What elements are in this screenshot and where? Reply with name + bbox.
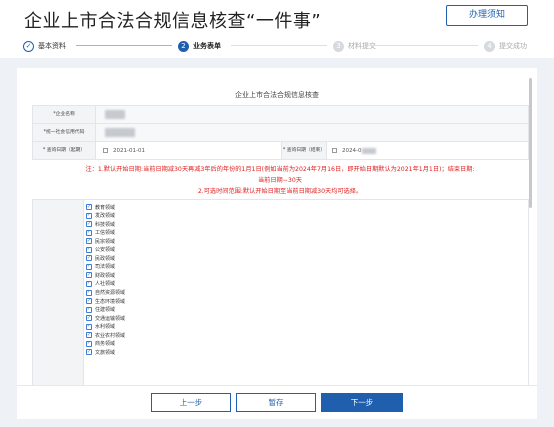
- checkbox-checked-icon[interactable]: ✓: [86, 238, 92, 245]
- domain-label: 司法领域: [95, 264, 116, 271]
- query-date-row: * 查询日期（起期） 2021-01-01 * 查询日期（结束） 2024-0: [32, 141, 529, 160]
- blurred-value: [362, 147, 377, 154]
- checkbox-checked-icon[interactable]: ✓: [86, 272, 92, 279]
- domain-label: 工信领域: [95, 230, 116, 237]
- query-end-label: * 查询日期（结束）: [281, 142, 327, 159]
- domain-checkbox-item[interactable]: ✓ 商务领域: [86, 340, 115, 348]
- query-start-value: 2021-01-01: [113, 147, 145, 154]
- step-number: 4: [484, 40, 495, 52]
- domain-label: 财政领域: [95, 272, 116, 279]
- step-label: 提交成功: [499, 42, 527, 50]
- credit-code-row: *统一社会信用代码: [32, 123, 529, 142]
- footer: 上一步 暂存 下一步: [17, 385, 537, 419]
- credit-code-label: *统一社会信用代码: [33, 124, 96, 141]
- checkbox-checked-icon[interactable]: ✓: [86, 221, 92, 228]
- form-title: 企业上市合法合规信息核查: [235, 91, 319, 99]
- scrollbar[interactable]: [529, 78, 532, 208]
- domain-checkbox-item[interactable]: ✓ 农业农村领域: [86, 331, 125, 339]
- step-basic-info[interactable]: ✓ 基本资料: [23, 38, 66, 54]
- calendar-icon: [103, 148, 108, 153]
- domain-checkbox-item[interactable]: ✓ 发改领域: [86, 212, 115, 220]
- form-card: 企业上市合法合规信息核查 *企业名称 *统一社会信用代码 * 查询日期（起期） …: [17, 68, 537, 419]
- domain-checkbox-item[interactable]: ✓ 民政领域: [86, 254, 115, 262]
- checkbox-checked-icon[interactable]: ✓: [86, 255, 92, 262]
- next-button[interactable]: 下一步: [321, 393, 403, 412]
- header: 企业上市合法合规信息核查“一件事” 办理须知 ✓ 基本资料 2 业务表单 3 材…: [0, 0, 554, 58]
- domain-checkbox-item[interactable]: ✓ 民宗领域: [86, 237, 115, 245]
- checkbox-checked-icon[interactable]: ✓: [86, 229, 92, 236]
- step-materials: 3 材料提交: [333, 38, 376, 54]
- page-title: 企业上市合法合规信息核查“一件事”: [24, 11, 322, 32]
- domain-checkbox-item[interactable]: ✓ 交通运输领域: [86, 314, 125, 322]
- domain-checkbox-item[interactable]: ✓ 人社领域: [86, 280, 115, 288]
- domain-label: 农业农村领域: [95, 332, 126, 339]
- checkbox-checked-icon[interactable]: ✓: [86, 246, 92, 253]
- domain-checkbox-item[interactable]: ✓ 财政领域: [86, 271, 115, 279]
- domain-checkbox-item[interactable]: ✓ 自然资源领域: [86, 289, 125, 297]
- query-start-label: * 查询日期（起期）: [33, 142, 96, 159]
- company-name-label: *企业名称: [33, 106, 96, 123]
- checkbox-checked-icon[interactable]: ✓: [86, 289, 92, 296]
- note-line-2: 当前日期−30天: [258, 177, 302, 184]
- domain-checkbox-item[interactable]: ✓ 文旅领域: [86, 348, 115, 356]
- domain-label: 民宗领域: [95, 238, 116, 245]
- domain-label: 水利领域: [95, 324, 116, 331]
- domain-checkbox-item[interactable]: ✓ 住建领域: [86, 306, 115, 314]
- checkbox-checked-icon[interactable]: ✓: [86, 263, 92, 270]
- guide-button[interactable]: 办理须知: [446, 5, 528, 26]
- note-line-1: 注：1.默认开始日期:当前日期减30天再减3年后的年份的1月1日(例如当前为20…: [85, 166, 475, 173]
- checkbox-checked-icon[interactable]: ✓: [86, 280, 92, 287]
- checkbox-checked-icon[interactable]: ✓: [86, 204, 92, 210]
- query-start-input[interactable]: 2021-01-01: [103, 142, 145, 159]
- company-name-field[interactable]: [105, 110, 125, 119]
- step-business-form[interactable]: 2 业务表单: [178, 38, 221, 54]
- checkbox-checked-icon[interactable]: ✓: [86, 349, 92, 356]
- domain-label: 文旅领域: [95, 349, 116, 356]
- step-success: 4 提交成功: [484, 38, 527, 54]
- step-number: 3: [333, 40, 344, 52]
- domain-label: 自然资源领域: [95, 290, 126, 296]
- domain-label: 教育领域: [95, 204, 116, 211]
- domain-checkbox-item[interactable]: ✓ 公安领域: [86, 246, 115, 254]
- checkbox-checked-icon[interactable]: ✓: [86, 332, 92, 339]
- checkbox-checked-icon[interactable]: ✓: [86, 306, 92, 313]
- domain-label: 发改领域: [95, 213, 116, 220]
- domain-label: 交通运输领域: [95, 315, 126, 322]
- domain-label: 生态环境领域: [95, 298, 126, 305]
- prev-button[interactable]: 上一步: [151, 393, 231, 412]
- domain-label: 科技领域: [95, 221, 116, 228]
- domain-label: 公安领域: [95, 247, 116, 254]
- domain-checkbox-item[interactable]: ✓ 教育领域: [86, 203, 115, 211]
- checkbox-checked-icon[interactable]: ✓: [86, 315, 92, 322]
- step-connector: [76, 45, 172, 46]
- check-icon: ✓: [23, 40, 34, 52]
- domain-checkbox-item[interactable]: ✓ 生态环境领域: [86, 297, 125, 305]
- domain-checkbox-item[interactable]: ✓ 水利领域: [86, 323, 115, 331]
- save-draft-button[interactable]: 暂存: [236, 393, 316, 412]
- step-number: 2: [178, 40, 189, 52]
- domain-label: 人社领域: [95, 281, 116, 288]
- calendar-icon: [332, 148, 337, 153]
- company-name-row: *企业名称: [32, 105, 529, 124]
- checkbox-checked-icon[interactable]: ✓: [86, 323, 92, 330]
- step-connector: [231, 45, 327, 46]
- domain-label: 商务领域: [95, 341, 116, 348]
- domain-checkbox-item[interactable]: ✓ 科技领域: [86, 220, 115, 228]
- domain-checkbox-item[interactable]: ✓ 工信领域: [86, 229, 115, 237]
- checkbox-checked-icon[interactable]: ✓: [86, 340, 92, 347]
- domain-checkbox-item[interactable]: ✓ 司法领域: [86, 263, 115, 271]
- step-label: 业务表单: [193, 42, 221, 50]
- credit-code-field[interactable]: [105, 128, 135, 137]
- checkbox-checked-icon[interactable]: ✓: [86, 298, 92, 305]
- step-connector: [370, 45, 478, 46]
- note-line-3: 2.可选时间范围:默认开始日期至当前日期减30天均可选择。: [197, 188, 363, 195]
- query-end-input[interactable]: 2024-0: [332, 142, 377, 159]
- domain-label: 住建领域: [95, 307, 116, 314]
- domain-label: 民政领域: [95, 255, 116, 262]
- step-label: 基本资料: [38, 42, 66, 50]
- checkbox-checked-icon[interactable]: ✓: [86, 212, 92, 219]
- step-label: 材料提交: [348, 42, 376, 50]
- query-end-value: 2024-0: [342, 147, 362, 154]
